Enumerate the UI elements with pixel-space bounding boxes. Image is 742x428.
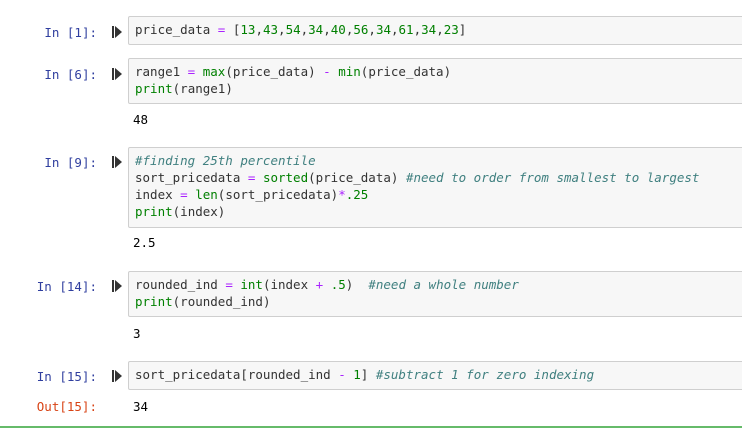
code-text: (index) xyxy=(172,204,226,219)
code-text: (index xyxy=(262,277,316,292)
builtin-function-token: max xyxy=(202,64,226,79)
number-token: 43 xyxy=(262,22,279,37)
code-cell-input[interactable]: rounded_ind = int(index + .5) #need a wh… xyxy=(128,271,742,317)
number-token: 61 xyxy=(398,22,414,37)
code-text: sort_pricedata[rounded_ind xyxy=(135,367,339,382)
cell-output: 2.5 xyxy=(133,235,156,250)
code-text: index xyxy=(135,187,173,202)
in-prompt: In [9]: xyxy=(44,155,97,170)
operator-token: = xyxy=(210,22,233,37)
code-text: , xyxy=(391,22,399,37)
builtin-function-token: sorted xyxy=(262,170,309,185)
code-text: , xyxy=(278,22,286,37)
operator-token: - xyxy=(323,64,331,79)
number-token: .25 xyxy=(345,187,369,202)
code-line: print(index) xyxy=(135,203,699,220)
comment-token: #subtract 1 for zero indexing xyxy=(375,367,595,382)
comment-token: #finding 25th percentile xyxy=(135,153,316,168)
number-token: 23 xyxy=(443,22,459,37)
comment-token: #need to order from smallest to largest xyxy=(405,170,700,185)
number-token: 34 xyxy=(375,22,391,37)
code-line: price_data = [13,43,54,34,40,56,34,61,34… xyxy=(135,21,466,38)
code-line: print(range1) xyxy=(135,80,451,97)
cell-output: 34 xyxy=(133,399,149,414)
operator-token: = xyxy=(240,170,263,185)
code-text: ] xyxy=(458,22,467,37)
run-cell-icon[interactable] xyxy=(112,370,122,382)
operator-token: = xyxy=(172,187,196,202)
code-text: ) xyxy=(345,277,369,292)
number-token: 34 xyxy=(308,22,324,37)
builtin-function-token: int xyxy=(240,277,263,292)
code-text: (price_data) xyxy=(360,64,452,79)
cell-output: 3 xyxy=(133,326,141,341)
code-area[interactable]: range1 = max(price_data) - min(price_dat… xyxy=(135,63,451,97)
code-area[interactable]: sort_pricedata[rounded_ind - 1] #subtrac… xyxy=(135,366,594,383)
code-text: (range1) xyxy=(172,81,233,96)
builtin-function-token: print xyxy=(135,294,173,309)
run-cell-icon[interactable] xyxy=(112,68,122,80)
code-line: index = len(sort_pricedata)*.25 xyxy=(135,186,699,203)
code-area[interactable]: rounded_ind = int(index + .5) #need a wh… xyxy=(135,276,519,310)
code-cell-input[interactable]: range1 = max(price_data) - min(price_dat… xyxy=(128,58,742,104)
code-text: , xyxy=(413,22,422,37)
run-cell-icon[interactable] xyxy=(112,156,122,168)
code-line: print(rounded_ind) xyxy=(135,293,519,310)
code-line: sort_pricedata = sorted(price_data) #nee… xyxy=(135,169,699,186)
code-cell-input[interactable]: price_data = [13,43,54,34,40,56,34,61,34… xyxy=(128,16,742,45)
number-token: 13 xyxy=(240,22,256,37)
code-text: rounded_ind xyxy=(135,277,218,292)
code-line: rounded_ind = int(index + .5) #need a wh… xyxy=(135,276,519,293)
builtin-function-token: min xyxy=(338,64,361,79)
number-token: 40 xyxy=(330,22,346,37)
code-line: #finding 25th percentile xyxy=(135,152,699,169)
run-cell-icon[interactable] xyxy=(112,280,122,292)
code-text: , xyxy=(255,22,263,37)
in-prompt: In [15]: xyxy=(36,369,97,384)
code-area[interactable]: price_data = [13,43,54,34,40,56,34,61,34… xyxy=(135,21,466,38)
code-text: (rounded_ind) xyxy=(172,294,271,309)
code-line: range1 = max(price_data) - min(price_dat… xyxy=(135,63,451,80)
code-text: , xyxy=(436,22,444,37)
code-area[interactable]: #finding 25th percentile sort_pricedata =… xyxy=(135,152,699,220)
run-cell-icon[interactable] xyxy=(112,26,122,38)
number-token: 56 xyxy=(353,22,369,37)
code-text: price_data xyxy=(135,22,211,37)
code-cell-input[interactable]: sort_pricedata[rounded_ind - 1] #subtrac… xyxy=(128,361,742,390)
code-text: range1 xyxy=(135,64,181,79)
code-text: (sort_pricedata) xyxy=(217,187,339,202)
cell-output: 48 xyxy=(133,112,149,127)
number-token: .5 xyxy=(330,277,346,292)
code-text: (price_data) xyxy=(225,64,324,79)
in-prompt: In [1]: xyxy=(44,25,97,40)
number-token: 54 xyxy=(285,22,301,37)
code-text: , xyxy=(368,22,376,37)
builtin-function-token: print xyxy=(135,204,173,219)
code-line: sort_pricedata[rounded_ind - 1] #subtrac… xyxy=(135,366,594,383)
code-text: ] xyxy=(360,367,376,382)
comment-token: #need a whole number xyxy=(368,277,519,292)
out-prompt: Out[15]: xyxy=(36,399,97,414)
builtin-function-token: len xyxy=(195,187,218,202)
operator-token: = xyxy=(180,64,203,79)
operator-token: * xyxy=(338,187,346,202)
code-text: (price_data) xyxy=(308,170,406,185)
code-cell-input[interactable]: #finding 25th percentile sort_pricedata =… xyxy=(128,147,742,228)
in-prompt: In [14]: xyxy=(36,279,97,294)
builtin-function-token: print xyxy=(135,81,173,96)
operator-token: = xyxy=(217,277,241,292)
number-token: 1 xyxy=(353,367,361,382)
number-token: 34 xyxy=(421,22,437,37)
in-prompt: In [6]: xyxy=(44,67,97,82)
code-text: , xyxy=(323,22,331,37)
code-text: sort_pricedata xyxy=(135,170,241,185)
operator-token: - xyxy=(338,367,346,382)
